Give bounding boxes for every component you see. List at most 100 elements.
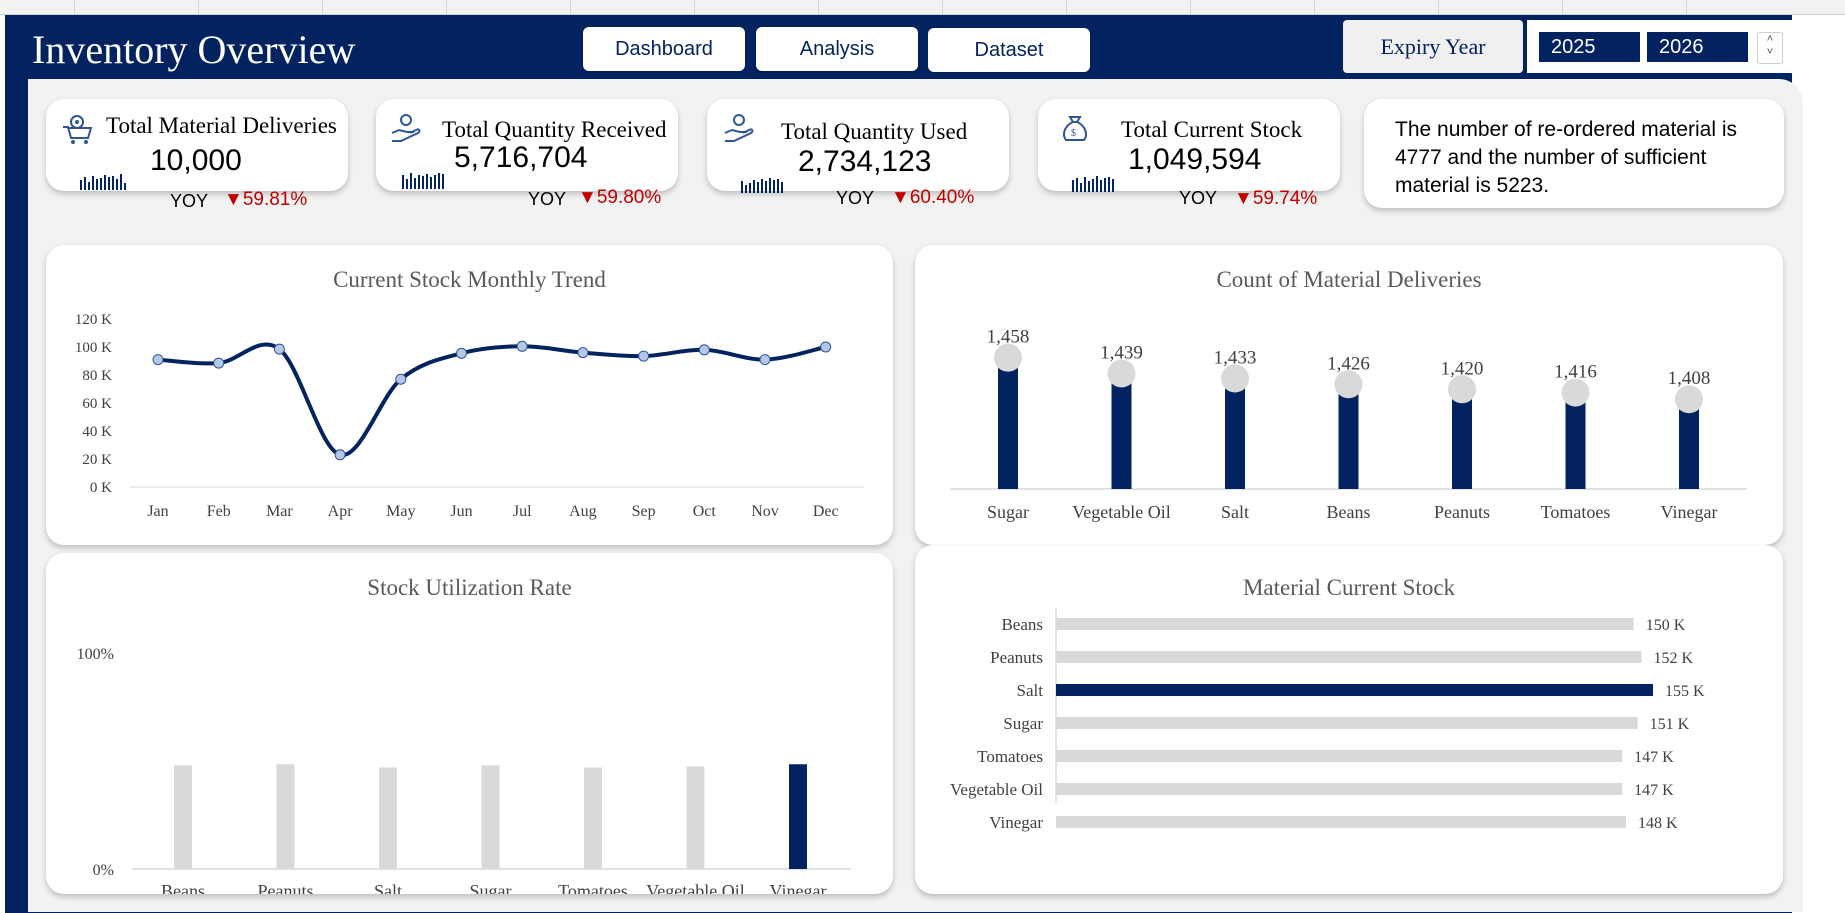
yoy-value: 59.74%	[1252, 188, 1318, 209]
x-tick-label: Nov	[751, 503, 779, 520]
data-label: 1,408	[1668, 368, 1711, 389]
x-tick-label: Vinegar	[770, 881, 827, 894]
bar	[1225, 378, 1245, 489]
kpi-value: 10,000	[150, 144, 242, 177]
x-tick-label: Salt	[374, 881, 402, 894]
bar	[1056, 816, 1627, 828]
data-label: 1,426	[1327, 353, 1370, 374]
down-triangle-icon: ▼	[578, 187, 597, 208]
x-tick-label: Vegetable Oil	[646, 881, 744, 894]
data-point	[213, 357, 225, 369]
x-tick-label: Jun	[450, 503, 472, 520]
x-tick-label: Jul	[513, 503, 532, 520]
y-tick-label: 100 K	[75, 340, 112, 356]
bar	[1056, 618, 1634, 630]
x-tick-label: Peanuts	[1434, 502, 1490, 522]
yoy-change: ▼59.80%	[578, 187, 661, 209]
y-tick-label: Vegetable Oil	[950, 780, 1043, 799]
summary-text: The number of re-ordered material is 477…	[1395, 118, 1737, 197]
data-point	[273, 343, 285, 355]
analysis-button[interactable]: Analysis	[756, 27, 918, 71]
kpi-card-used: Total Quantity Used 2,734,123 YOY ▼60.40…	[707, 99, 1009, 208]
data-point	[638, 350, 650, 362]
bar	[174, 765, 192, 869]
bar-cap	[1334, 370, 1363, 399]
down-triangle-icon: ▼	[891, 187, 910, 208]
kpi-title: Total Material Deliveries	[106, 113, 337, 138]
bar-cap	[1107, 359, 1136, 388]
x-tick-label: Vegetable Oil	[1072, 502, 1170, 522]
data-label: 1,433	[1214, 347, 1257, 368]
spreadsheet-margin	[1800, 15, 1845, 913]
year-2026-option[interactable]: 2026	[1647, 32, 1748, 62]
kpi-value: 2,734,123	[798, 145, 932, 178]
x-tick-label: Peanuts	[258, 881, 314, 894]
x-tick-label: Apr	[328, 503, 354, 520]
y-tick-label: Sugar	[1003, 714, 1043, 733]
y-tick-label: 40 K	[82, 424, 112, 440]
svg-text:$: $	[1071, 128, 1076, 139]
data-point	[395, 373, 407, 385]
bar-cap	[994, 343, 1022, 372]
x-tick-label: Tomatoes	[558, 881, 628, 894]
year-scroll-spinner[interactable]: ˄ ˅	[1757, 32, 1783, 64]
data-point	[759, 354, 771, 366]
expiry-year-label: Expiry Year	[1343, 20, 1523, 73]
bar-cap	[1221, 364, 1249, 393]
spreadsheet-gridlines	[0, 0, 1845, 15]
data-point	[516, 340, 528, 352]
yoy-change: ▼59.74%	[1234, 188, 1317, 210]
kpi-value: 5,716,704	[454, 141, 588, 174]
bar	[584, 767, 602, 869]
y-tick-label: 80 K	[82, 368, 112, 384]
y-tick-label: Salt	[1017, 681, 1044, 700]
data-point	[577, 347, 589, 359]
y-tick-label: Tomatoes	[977, 747, 1043, 766]
year-2025-option[interactable]: 2025	[1539, 32, 1640, 62]
yoy-change: ▼60.40%	[891, 187, 974, 209]
data-label: 147 K	[1634, 749, 1674, 766]
main-canvas: Total Material Deliveries 10,000 YOY ▼59…	[28, 79, 1803, 912]
bar	[379, 767, 397, 869]
yoy-value: 59.81%	[242, 189, 308, 210]
bar	[276, 764, 295, 869]
bar	[686, 766, 705, 869]
data-point	[152, 354, 164, 366]
dataset-button[interactable]: Dataset	[928, 28, 1090, 72]
y-tick-label: 20 K	[82, 452, 112, 468]
bar-cap	[1561, 378, 1590, 407]
data-point	[820, 341, 832, 353]
dashboard-button[interactable]: Dashboard	[583, 27, 745, 71]
yoy-label: YOY	[1179, 188, 1218, 208]
delivery-cart-icon	[63, 115, 93, 144]
x-tick-label: Sep	[632, 503, 656, 520]
current-stock-trend-card: Current Stock Monthly Trend 0 K 20 K 40 K6…	[46, 245, 893, 545]
kpi-title: Total Quantity Received	[442, 117, 667, 142]
kpi-card-received: Total Quantity Received 5,716,704 YOY ▼5…	[376, 99, 678, 209]
kpi-value: 1,049,594	[1128, 143, 1262, 176]
hand-coins-icon	[391, 114, 421, 142]
utilization-bar-chart: 100% 0% Beans Peanuts Salt Sugar Tomatoes Veget…	[77, 646, 851, 894]
data-point	[334, 449, 346, 461]
money-bag-icon: $	[1063, 116, 1087, 141]
y-tick-label: 100%	[77, 646, 114, 663]
down-triangle-icon: ▼	[224, 189, 243, 210]
year-slicer: 2025 2026	[1527, 20, 1794, 73]
x-tick-label: Vinegar	[1661, 502, 1718, 522]
x-tick-label: Aug	[569, 503, 597, 520]
data-point	[698, 344, 710, 356]
page-title: Inventory Overview	[32, 27, 356, 72]
yoy-label: YOY	[528, 189, 567, 209]
bar	[789, 764, 807, 869]
x-tick-label: Feb	[207, 503, 231, 520]
data-label: 152 K	[1653, 650, 1693, 667]
kpi-title: Total Current Stock	[1121, 117, 1303, 142]
data-point	[456, 347, 467, 359]
data-label: 147 K	[1634, 782, 1674, 799]
kpi-card-current-stock: $ Total Current Stock 1,049,594 YOY ▼59.…	[1038, 99, 1340, 209]
data-label: 1,458	[987, 327, 1030, 348]
x-tick-label: Tomatoes	[1541, 502, 1611, 522]
bar-cap	[1675, 385, 1703, 414]
x-tick-label: May	[386, 503, 415, 520]
bar	[1111, 373, 1132, 489]
